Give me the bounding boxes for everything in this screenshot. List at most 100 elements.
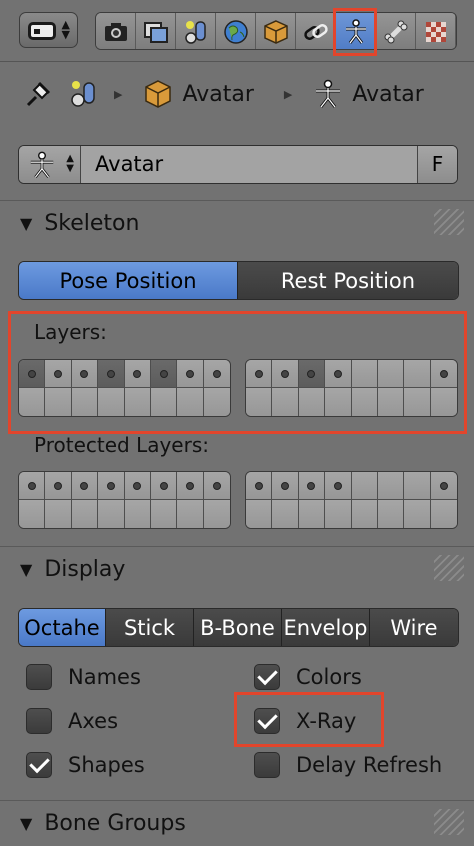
protected-layer-button[interactable] [19,472,46,500]
protected-layer-button[interactable] [71,472,99,500]
armature-layer-button[interactable] [150,360,178,388]
tab-bone[interactable] [376,13,416,49]
axes-checkbox-box[interactable] [26,708,52,734]
armature-layer-button[interactable] [272,360,299,388]
tab-render[interactable] [96,13,136,49]
armature-layer-button[interactable] [71,388,99,416]
skeleton-panel-header[interactable]: ▼ Skeleton [0,203,474,243]
protected-layer-button[interactable] [246,472,273,500]
armature-layer-button[interactable] [404,388,431,416]
protected-layer-button[interactable] [203,472,230,500]
shapes-checkbox-box[interactable] [26,752,52,778]
protected-layer-button[interactable] [325,472,352,500]
protected-layer-button[interactable] [351,472,378,500]
armature-layer-button[interactable] [177,360,204,388]
tab-texture[interactable] [416,13,456,49]
protected-layer-button[interactable] [430,472,457,500]
armature-layer-button[interactable] [377,360,405,388]
protected-layer-button[interactable] [45,500,72,528]
armature-layer-button[interactable] [351,388,378,416]
protected-layer-button[interactable] [177,472,204,500]
tab-armature-data[interactable] [336,13,376,49]
protected-layer-button[interactable] [272,500,299,528]
armature-layer-button[interactable] [272,388,299,416]
display-panel-header[interactable]: ▼ Display [0,549,474,589]
pose-position-button[interactable]: Pose Position [19,262,238,299]
protected-layer-button[interactable] [98,472,125,500]
tab-object[interactable] [256,13,296,49]
mode-octahedral[interactable]: Octahe [19,609,106,646]
tab-scene[interactable] [176,13,216,49]
mode-wire[interactable]: Wire [370,609,458,646]
tab-render-layers[interactable] [136,13,176,49]
protected-layer-button[interactable] [404,472,431,500]
armature-layer-button[interactable] [298,388,326,416]
protected-layer-button[interactable] [272,472,299,500]
armature-layer-button[interactable] [377,388,405,416]
protected-layer-button[interactable] [124,500,151,528]
armature-layer-button[interactable] [98,360,125,388]
protected-layer-button[interactable] [298,472,326,500]
armature-layer-button[interactable] [325,360,352,388]
armature-layer-button[interactable] [404,360,431,388]
mode-envelope[interactable]: Envelop [282,609,370,646]
protected-layer-button[interactable] [150,500,178,528]
armature-layer-button[interactable] [351,360,378,388]
protected-layer-button[interactable] [124,472,151,500]
mode-stick[interactable]: Stick [106,609,194,646]
names-checkbox-box[interactable] [26,664,52,690]
names-checkbox[interactable]: Names [26,664,141,690]
protected-layer-button[interactable] [203,500,230,528]
protected-layer-button[interactable] [246,500,273,528]
tab-constraints[interactable] [296,13,336,49]
protected-layer-button[interactable] [177,500,204,528]
protected-layer-button[interactable] [404,500,431,528]
protected-layer-button[interactable] [325,500,352,528]
xray-checkbox-box[interactable] [254,708,280,734]
browse-armature-button[interactable]: ▲ ▼ [19,146,81,183]
protected-layer-button[interactable] [150,472,178,500]
protected-layer-button[interactable] [298,500,326,528]
armature-layer-button[interactable] [45,388,72,416]
shapes-checkbox[interactable]: Shapes [26,752,145,778]
fake-user-button[interactable]: F [417,146,457,183]
armature-layer-button[interactable] [150,388,178,416]
armature-layer-button[interactable] [177,388,204,416]
armature-layer-button[interactable] [124,388,151,416]
protected-layer-button[interactable] [377,500,405,528]
delay-refresh-checkbox[interactable]: Delay Refresh [254,752,442,778]
armature-layer-button[interactable] [430,388,457,416]
xray-checkbox[interactable]: X-Ray [254,708,356,734]
protected-layer-button[interactable] [98,500,125,528]
rest-position-button[interactable]: Rest Position [238,262,458,299]
armature-layer-button[interactable] [124,360,151,388]
datablock-name-field[interactable]: Avatar [81,146,417,183]
protected-layer-button[interactable] [71,500,99,528]
armature-layer-button[interactable] [19,388,46,416]
armature-layer-button[interactable] [246,360,273,388]
colors-checkbox[interactable]: Colors [254,664,362,690]
protected-layer-button[interactable] [377,472,405,500]
drag-grip-icon[interactable] [434,209,464,235]
protected-layer-button[interactable] [351,500,378,528]
armature-layer-button[interactable] [19,360,46,388]
drag-grip-icon[interactable] [434,809,464,835]
protected-layer-button[interactable] [19,500,46,528]
delay-refresh-checkbox-box[interactable] [254,752,280,778]
armature-layer-button[interactable] [71,360,99,388]
armature-layer-button[interactable] [246,388,273,416]
protected-layer-button[interactable] [430,500,457,528]
colors-checkbox-box[interactable] [254,664,280,690]
axes-checkbox[interactable]: Axes [26,708,118,734]
armature-layer-button[interactable] [98,388,125,416]
armature-layer-button[interactable] [203,388,230,416]
armature-layer-button[interactable] [325,388,352,416]
tab-world[interactable] [216,13,256,49]
mode-bbone[interactable]: B-Bone [194,609,282,646]
drag-grip-icon[interactable] [434,555,464,581]
pin-icon[interactable] [22,78,54,110]
armature-layer-button[interactable] [298,360,326,388]
armature-layer-button[interactable] [430,360,457,388]
protected-layer-button[interactable] [45,472,72,500]
bone-groups-panel-header[interactable]: ▼ Bone Groups [0,803,474,843]
